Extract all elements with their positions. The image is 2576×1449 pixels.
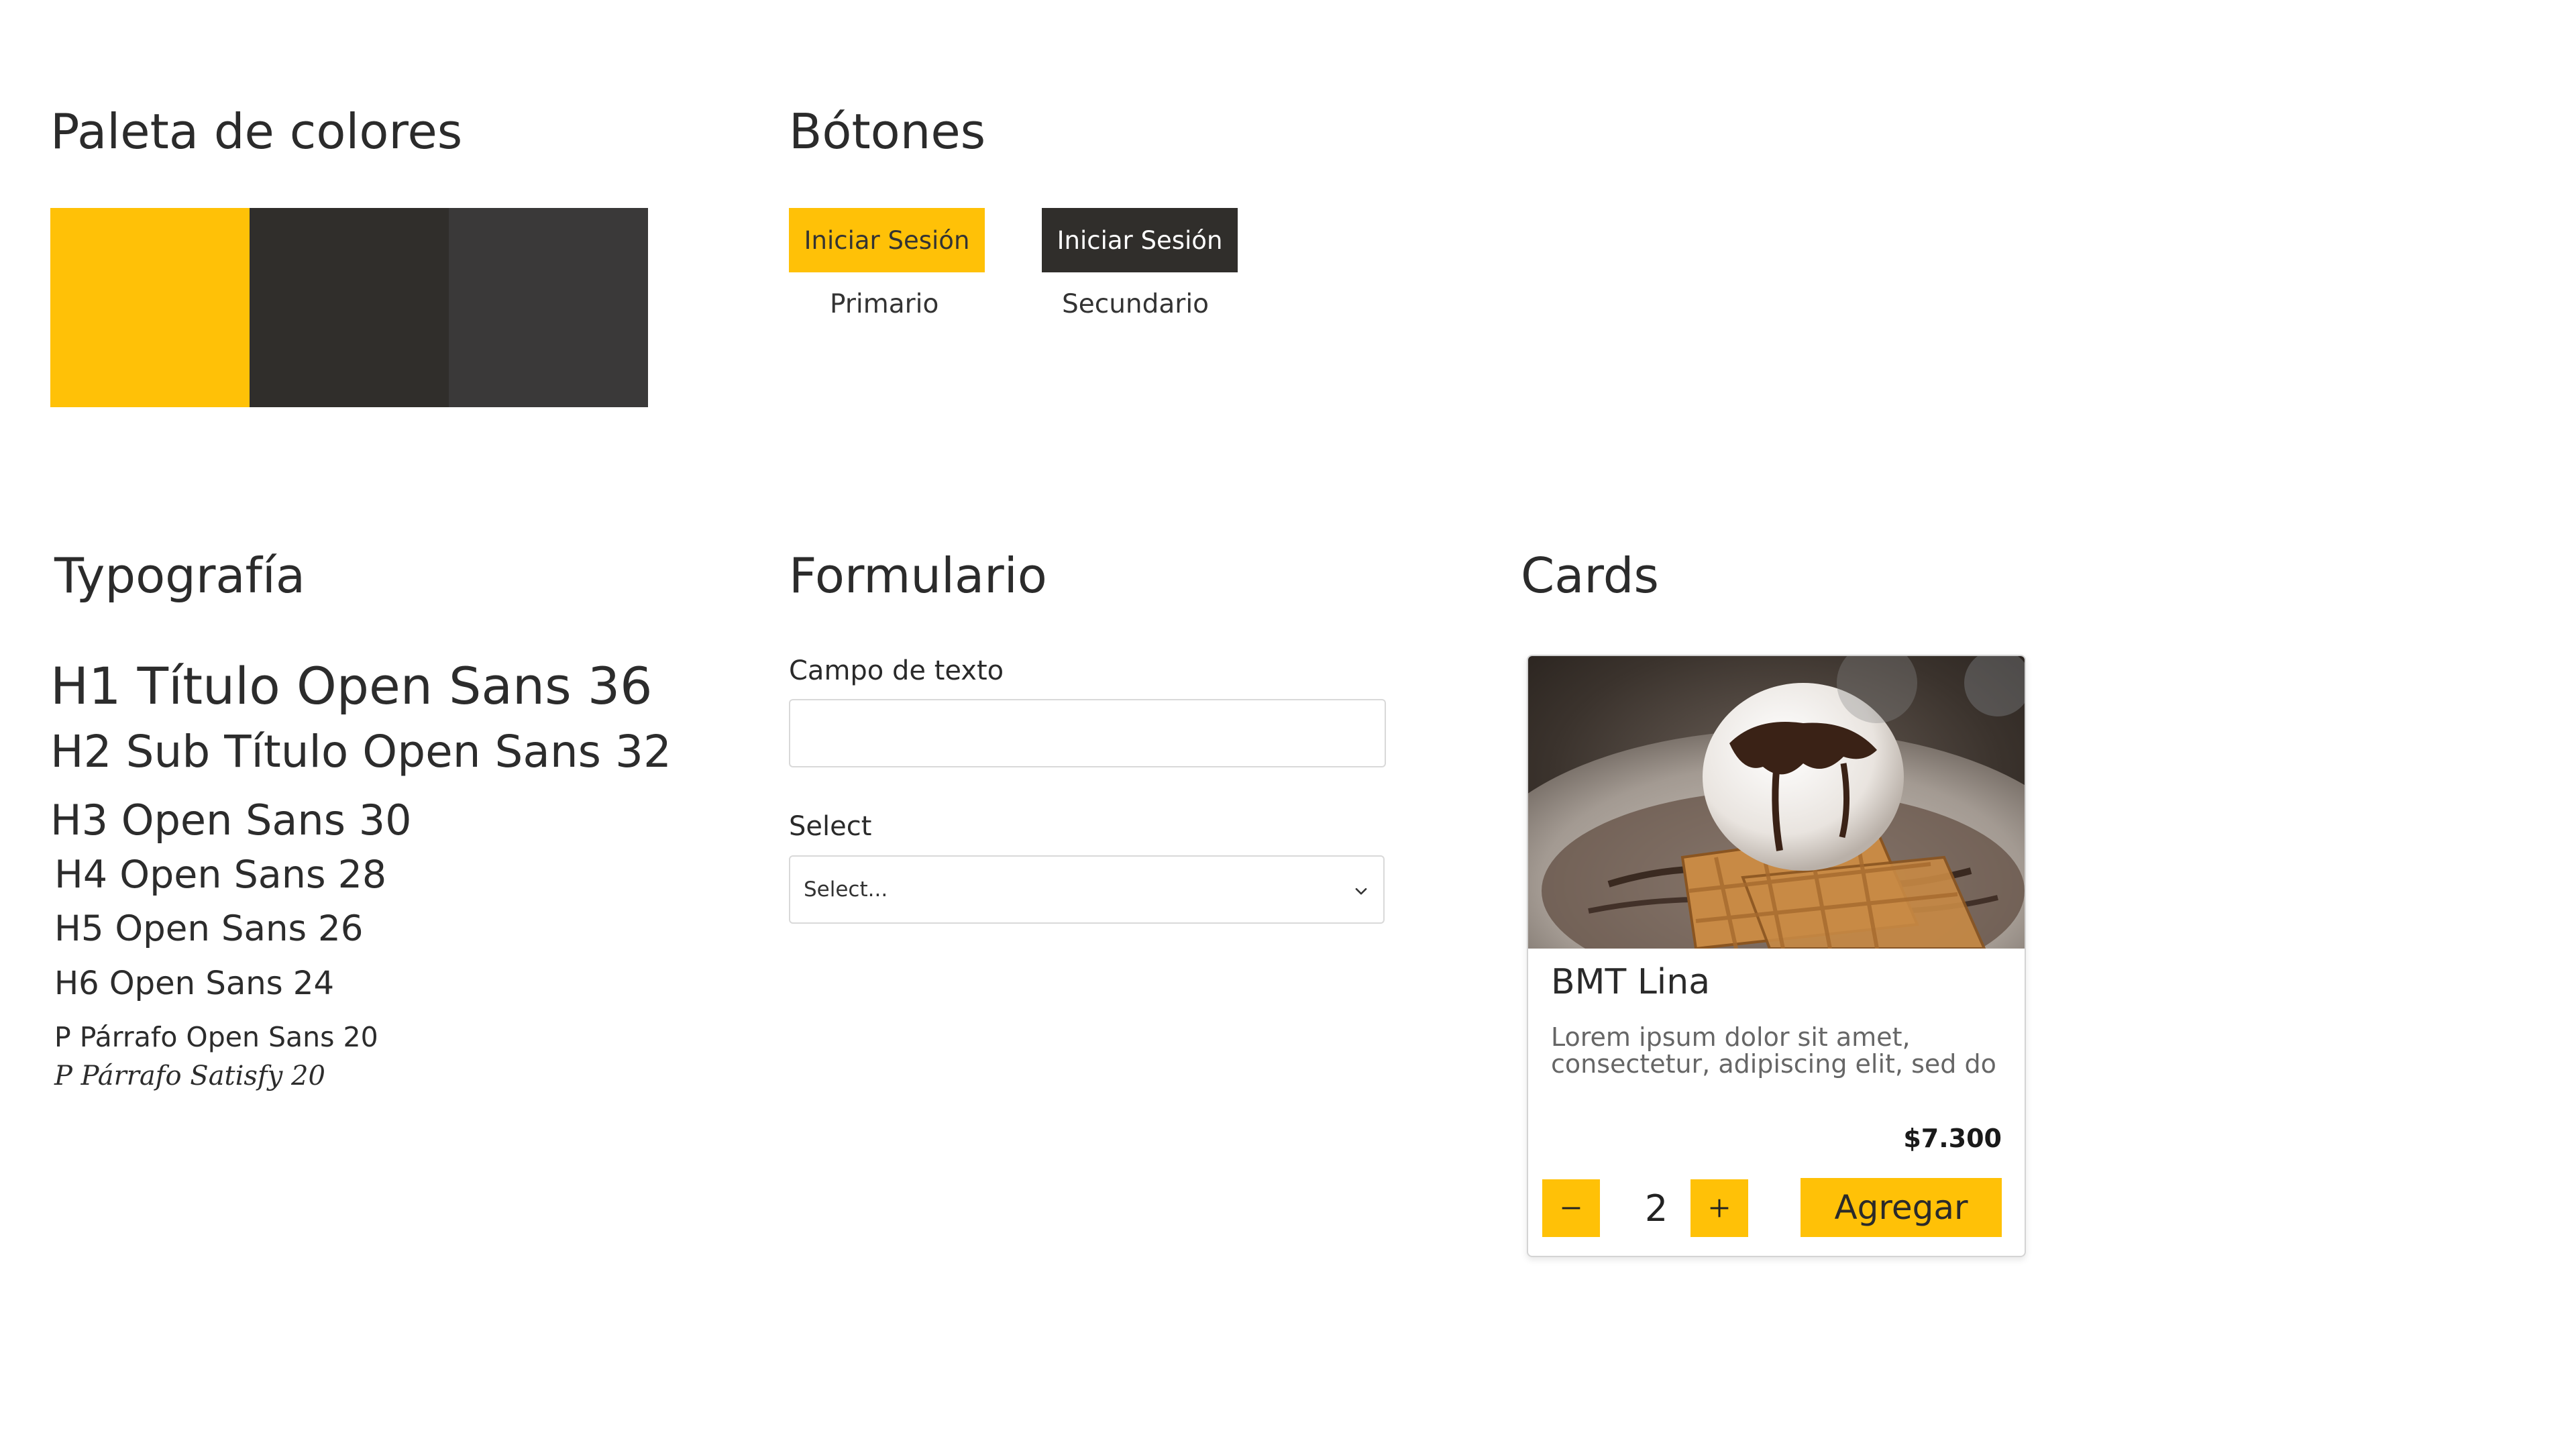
- typo-h5-sample: H5 Open Sans 26: [54, 908, 364, 949]
- product-card: BMT Lina Lorem ipsum dolor sit amet, con…: [1527, 655, 2026, 1257]
- chevron-down-icon: [1355, 888, 1367, 895]
- typo-script-sample: P Párrafo Satisfy 20: [54, 1061, 325, 1091]
- typography-title: Typografía: [54, 547, 306, 604]
- color-swatch-primary: [50, 208, 250, 407]
- typo-h2-sample: H2 Sub Título Open Sans 32: [50, 726, 672, 777]
- palette-title: Paleta de colores: [50, 103, 463, 160]
- text-input[interactable]: [789, 699, 1386, 767]
- add-to-cart-button[interactable]: Agregar: [1801, 1178, 2002, 1237]
- product-title: BMT Lina: [1551, 962, 1711, 1002]
- login-button-primary[interactable]: Iniciar Sesión: [789, 208, 985, 272]
- typo-h6-sample: H6 Open Sans 24: [54, 965, 334, 1002]
- product-description: Lorem ipsum dolor sit amet, consectetur,…: [1551, 1022, 1996, 1079]
- primary-caption: Primario: [830, 289, 939, 319]
- typo-h3-sample: H3 Open Sans 30: [50, 796, 412, 845]
- cards-title: Cards: [1521, 547, 1659, 604]
- quantity-value: 2: [1644, 1187, 1668, 1230]
- form-title: Formulario: [789, 547, 1047, 604]
- minus-icon: [1562, 1207, 1580, 1210]
- text-field-label: Campo de texto: [789, 655, 1004, 686]
- select-value: Select...: [804, 877, 888, 902]
- typo-h1-sample: H1 Título Open Sans 36: [50, 656, 653, 716]
- plus-icon: [1710, 1199, 1729, 1218]
- typo-h4-sample: H4 Open Sans 28: [54, 853, 387, 897]
- select-dropdown[interactable]: Select...: [789, 855, 1385, 924]
- product-price: $7.300: [1903, 1124, 2002, 1153]
- color-swatch-gray: [449, 208, 648, 407]
- buttons-title: Bótones: [789, 103, 986, 160]
- login-button-secondary[interactable]: Iniciar Sesión: [1042, 208, 1238, 272]
- select-label: Select: [789, 811, 872, 842]
- secondary-caption: Secundario: [1062, 289, 1210, 319]
- decrease-quantity-button[interactable]: [1542, 1179, 1600, 1237]
- typo-paragraph-sample: P Párrafo Open Sans 20: [54, 1021, 378, 1053]
- product-image: [1528, 656, 2025, 949]
- increase-quantity-button[interactable]: [1690, 1179, 1748, 1237]
- color-swatch-dark: [250, 208, 449, 407]
